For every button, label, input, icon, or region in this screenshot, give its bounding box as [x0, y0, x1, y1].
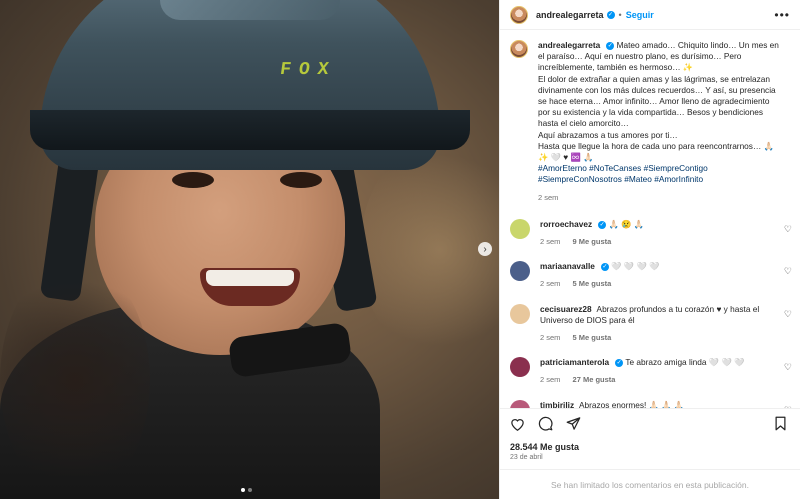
heart-outline-icon[interactable]: ♡ — [784, 405, 792, 408]
verified-badge-icon: ✓ — [606, 10, 615, 19]
instagram-post: FOX › andrealegarreta ✓ • Seguir ••• and… — [0, 0, 800, 499]
comment-item: patriciamanterola ✓ Te abrazo amiga linda… — [510, 357, 792, 385]
comment-likes[interactable]: 27 Me gusta — [573, 375, 616, 384]
comment-button[interactable] — [538, 416, 554, 431]
comment-username[interactable]: patriciamanterola — [540, 357, 609, 367]
heart-icon — [511, 418, 524, 431]
eye-left — [172, 172, 214, 188]
comment-text: 🤍 🤍 🤍 🤍 — [611, 261, 660, 272]
comment-time[interactable]: 2 sem — [540, 237, 560, 246]
post-caption: andrealegarreta ✓ Mateo amado… Chiquito l… — [510, 40, 792, 203]
verified-badge-icon: ✓ — [615, 359, 624, 368]
comment-likes[interactable]: 9 Me gusta — [573, 237, 612, 246]
verified-badge-icon: ✓ — [600, 263, 609, 272]
heart-outline-icon[interactable]: ♡ — [784, 362, 792, 373]
comment-username[interactable]: timbiriliz — [540, 400, 574, 408]
foreground-shadow — [0, 260, 150, 499]
commenter-avatar[interactable] — [510, 218, 530, 239]
post-side-panel: andrealegarreta ✓ • Seguir ••• andrealeg… — [499, 0, 800, 499]
caption-line: ✨ 🤍 ♥ ♾️ 🙏🏻 — [538, 152, 594, 163]
like-button[interactable] — [510, 417, 526, 431]
comment-item: rorroechavez ✓ 🙏🏻 😢 🙏🏻 2 sem 9 Me gusta ♡ — [510, 218, 792, 247]
comment-item: cecisuarez28 Abrazos profundos a tu cora… — [510, 303, 792, 344]
author-username[interactable]: andrealegarreta — [536, 10, 604, 20]
comment-item: timbiriliz Abrazos enormes! 🙏🏻 🙏🏻 🙏🏻 ♡ — [510, 399, 792, 408]
heart-outline-icon[interactable]: ♡ — [784, 266, 792, 277]
commenter-avatar[interactable] — [510, 357, 530, 378]
commenter-avatar[interactable] — [510, 399, 530, 408]
caption-hashtags[interactable]: #AmorEterno #NoTeCanses #SiempreContigo … — [538, 163, 783, 185]
comment-text: Abrazos enormes! 🙏🏻 🙏🏻 🙏🏻 — [578, 399, 685, 408]
post-date[interactable]: 23 de abril — [500, 452, 800, 469]
comment-username[interactable]: mariaanavalle — [540, 261, 595, 271]
post-actions-bar — [500, 408, 800, 438]
comment-username[interactable]: rorroechavez — [540, 219, 592, 229]
helmet-visor — [30, 110, 470, 150]
caption-line: El dolor de extrañar a quien amas y las … — [538, 73, 776, 129]
verified-badge-icon: ✓ — [606, 41, 615, 50]
comment-item: mariaanavalle ✓ 🤍 🤍 🤍 🤍 2 sem 5 Me gusta … — [510, 261, 792, 289]
comment-time[interactable]: 2 sem — [540, 375, 560, 384]
helmet-brand-text: FOX — [278, 60, 338, 80]
carousel-dot — [248, 488, 252, 492]
comment-username[interactable]: cecisuarez28 — [540, 304, 592, 314]
comment-text: Te abrazo amiga linda 🤍 🤍 🤍 — [625, 357, 745, 368]
post-photo[interactable]: FOX › — [0, 0, 499, 499]
verified-badge-icon: ✓ — [598, 220, 607, 229]
comments-list[interactable]: andrealegarreta ✓ Mateo amado… Chiquito l… — [500, 30, 800, 408]
follow-button[interactable]: Seguir — [626, 10, 654, 20]
eye-right — [280, 172, 322, 188]
post-header: andrealegarreta ✓ • Seguir ••• — [500, 0, 800, 30]
commenter-avatar[interactable] — [510, 261, 530, 282]
separator-dot: • — [618, 9, 622, 20]
caption-time[interactable]: 2 sem — [538, 193, 558, 202]
bookmark-icon — [775, 416, 786, 431]
save-button[interactable] — [774, 416, 790, 431]
comment-bubble-icon — [538, 416, 553, 431]
comment-likes[interactable]: 5 Me gusta — [573, 279, 612, 288]
caption-username[interactable]: andrealegarreta — [538, 40, 600, 50]
comment-likes[interactable]: 5 Me gusta — [573, 333, 612, 342]
share-button[interactable] — [566, 416, 582, 431]
next-photo-button[interactable]: › — [478, 242, 492, 256]
paper-plane-icon — [566, 417, 581, 430]
more-options-icon[interactable]: ••• — [774, 8, 790, 22]
commenter-avatar[interactable] — [510, 303, 530, 324]
carousel-dot — [241, 488, 245, 492]
comments-limited-notice: Se han limitado los comentarios en esta … — [500, 469, 800, 499]
caption-line: Hasta que llegue la hora de cada uno par… — [538, 140, 774, 151]
total-likes[interactable]: 28.544 Me gusta — [500, 438, 800, 452]
caption-line: Aquí abrazamos a tus amores por ti… — [538, 129, 678, 140]
chevron-right-icon: › — [483, 243, 487, 255]
author-avatar[interactable] — [510, 5, 528, 24]
comment-time[interactable]: 2 sem — [540, 333, 560, 342]
heart-outline-icon[interactable]: ♡ — [784, 224, 792, 235]
comment-time[interactable]: 2 sem — [540, 279, 560, 288]
carousel-dots — [241, 488, 252, 492]
caption-avatar[interactable] — [510, 40, 528, 58]
comment-text: 🙏🏻 😢 🙏🏻 — [608, 218, 645, 229]
smile-shape — [200, 268, 300, 306]
heart-outline-icon[interactable]: ♡ — [784, 309, 792, 320]
